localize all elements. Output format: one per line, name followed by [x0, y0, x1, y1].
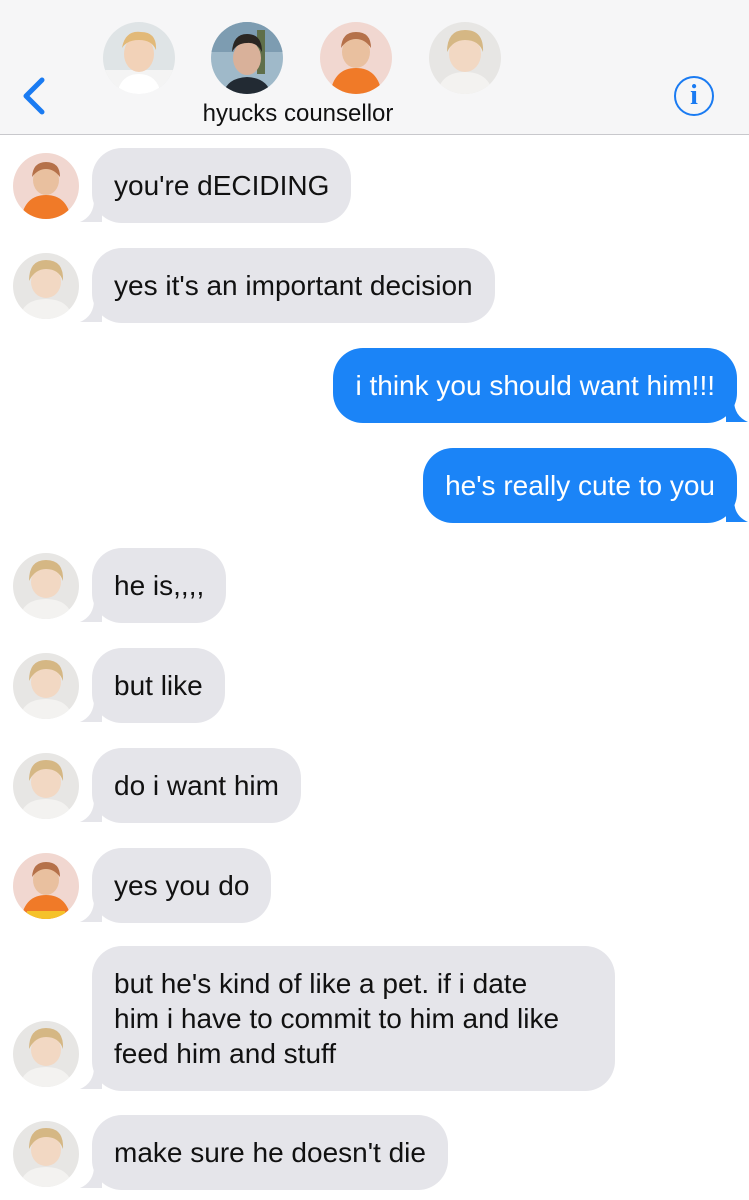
message-bubble[interactable]: yes it's an important decision [92, 248, 495, 323]
message-text-line: him i have to commit to him and like [114, 1003, 560, 1034]
message-text-line: but he's kind of like a pet. if i date [114, 968, 528, 999]
message-text: he is,,,, [114, 570, 205, 601]
group-member-avatar[interactable] [211, 22, 283, 94]
message-text: yes it's an important decision [114, 270, 473, 301]
sender-avatar[interactable] [13, 153, 79, 219]
message-bubble[interactable]: do i want him [92, 748, 301, 823]
sender-avatar[interactable] [13, 853, 79, 919]
message-bubble-sent[interactable]: i think you should want him!!! [333, 348, 737, 423]
message-text: make sure he doesn't die [114, 1137, 426, 1168]
message-text: i think you should want him!!! [355, 370, 715, 401]
conversation-header: hyucks counsellor i [0, 0, 749, 135]
message-bubble[interactable]: yes you do [92, 848, 272, 923]
sender-avatar[interactable] [13, 653, 79, 719]
message-bubble[interactable]: but like [92, 648, 225, 723]
message-bubble[interactable]: you're dECIDING [92, 148, 352, 223]
message-bubble[interactable]: he is,,,, [92, 548, 227, 623]
message-text: he's really cute to you [445, 470, 715, 501]
sender-avatar[interactable] [13, 553, 79, 619]
bubble-tail [726, 400, 748, 422]
message-text: yes you do [114, 870, 250, 901]
group-name[interactable]: hyucks counsellor [0, 100, 596, 128]
message-bubble[interactable]: but he's kind of like a pet. if i date h… [92, 946, 615, 1091]
message-bubble[interactable]: make sure he doesn't die [92, 1115, 448, 1190]
sender-avatar[interactable] [13, 1021, 79, 1087]
message-text: but like [114, 670, 203, 701]
bubble-tail [726, 500, 748, 522]
sender-avatar[interactable] [13, 1121, 79, 1187]
group-member-avatar[interactable] [103, 22, 175, 94]
sender-avatar[interactable] [13, 753, 79, 819]
message-text: you're dECIDING [114, 170, 330, 201]
group-member-avatar[interactable] [429, 22, 501, 94]
info-button[interactable]: i [674, 76, 714, 116]
message-text-line: feed him and stuff [114, 1038, 337, 1069]
message-text: do i want him [114, 770, 279, 801]
group-member-avatar[interactable] [320, 22, 392, 94]
sender-avatar[interactable] [13, 253, 79, 319]
info-icon: i [690, 80, 698, 111]
message-bubble-sent[interactable]: he's really cute to you [423, 448, 737, 523]
